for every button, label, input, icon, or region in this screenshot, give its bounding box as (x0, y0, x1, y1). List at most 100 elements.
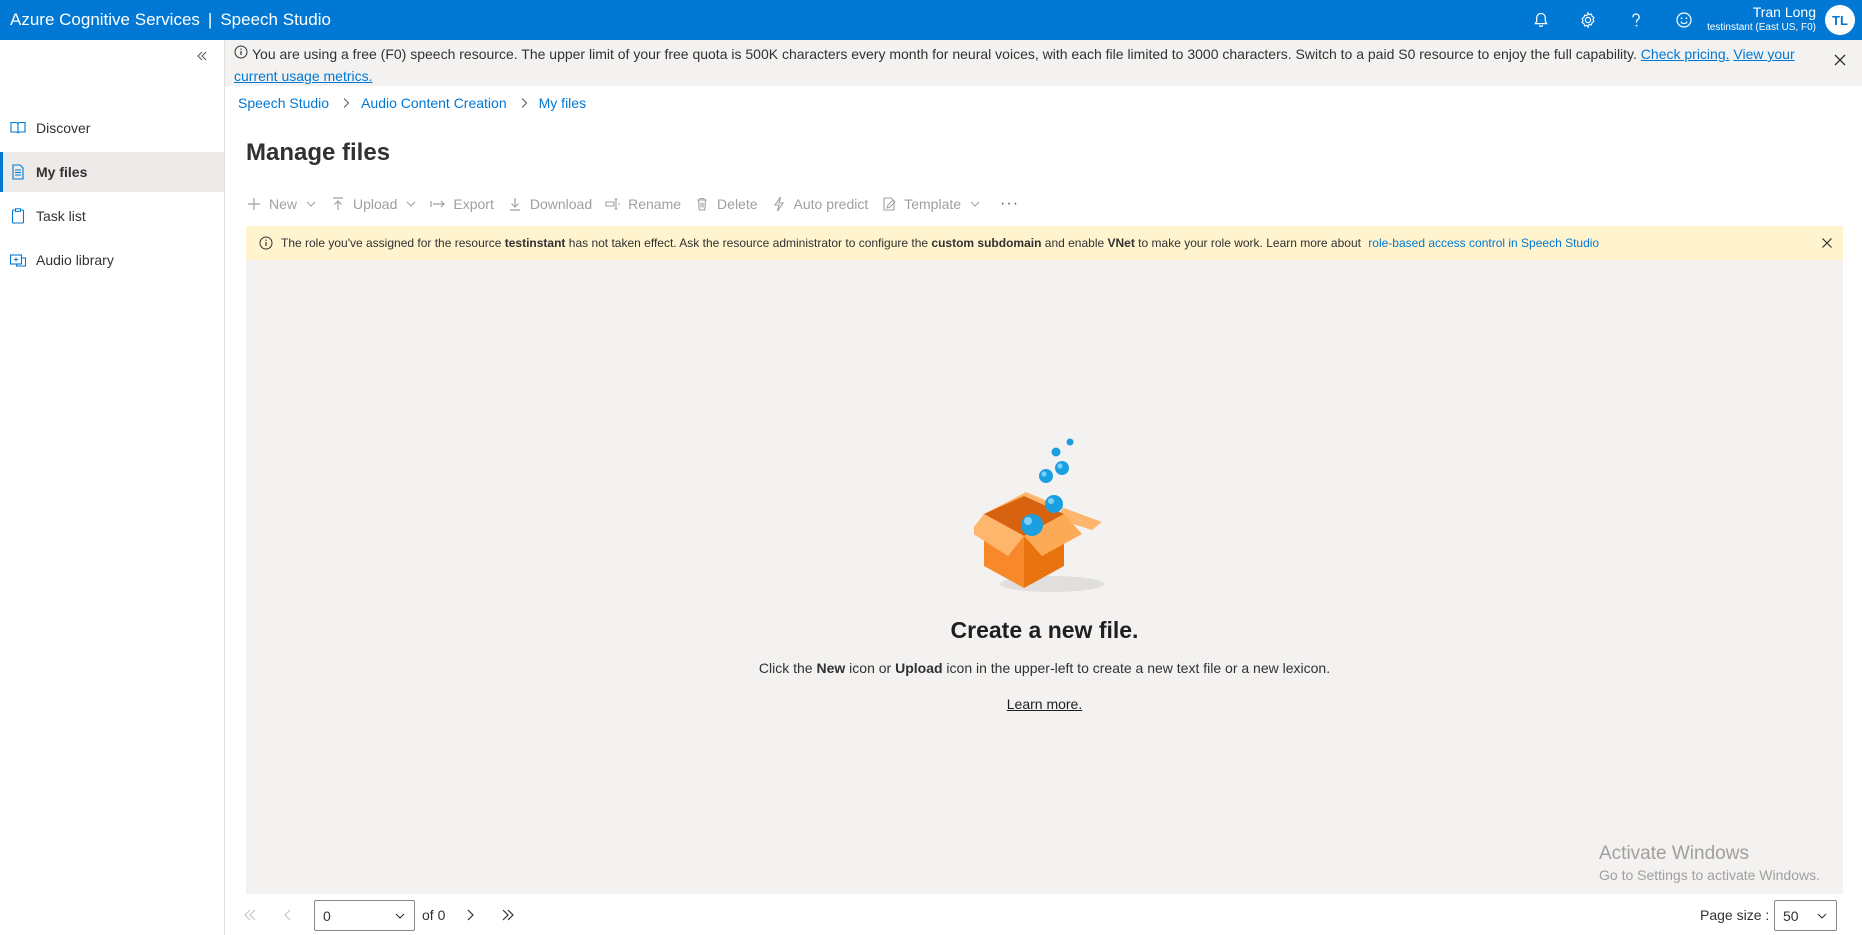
role-warning-banner: The role you've assigned for the resourc… (246, 226, 1843, 260)
chevron-right-icon (343, 98, 350, 108)
rename-button-label: Rename (628, 196, 682, 212)
rename-icon (605, 198, 621, 210)
sidebar-item-audio-library[interactable]: Audio library (0, 240, 224, 280)
template-button-label: Template (904, 196, 962, 212)
brand-product-name: Speech Studio (220, 10, 331, 29)
chevron-down-icon (395, 913, 405, 919)
previous-page-icon[interactable] (280, 907, 296, 923)
rbac-learn-more-link[interactable]: role-based access control in Speech Stud… (1368, 236, 1599, 250)
page-title: Manage files (246, 139, 391, 166)
check-pricing-link[interactable]: Check pricing. (1641, 46, 1730, 62)
warning-text-part: has not taken effect. Ask the resource a… (565, 236, 932, 250)
auto-predict-button-label: Auto predict (793, 196, 869, 212)
lightning-icon (773, 196, 784, 212)
empty-state-description: Click the New icon or Upload icon in the… (246, 660, 1843, 676)
sidebar-item-label: Audio library (36, 252, 114, 268)
watermark-line-1: Activate Windows (1599, 843, 1749, 864)
auto-predict-button[interactable]: Auto predict (771, 196, 869, 212)
page-number-select[interactable]: 0 (314, 900, 415, 931)
close-icon[interactable] (1821, 237, 1833, 249)
close-icon[interactable] (1832, 52, 1848, 68)
brand-service-name: Azure Cognitive Services (10, 10, 200, 29)
app-brand[interactable]: Azure Cognitive Services | Speech Studio (10, 0, 331, 40)
page-total: of 0 (422, 907, 446, 923)
warning-resource-name: testinstant (504, 236, 566, 250)
download-button[interactable]: Download (507, 196, 592, 212)
chevron-right-icon (521, 98, 527, 108)
warning-text-part: to make your role work. Learn more about (1134, 236, 1365, 250)
document-icon (12, 164, 24, 180)
role-warning-text: The role you've assigned for the resourc… (281, 236, 1599, 250)
command-toolbar: New Upload Export Download Rename Delete… (246, 192, 1019, 216)
collapse-sidebar-icon[interactable] (193, 47, 211, 65)
file-list-empty-area: Create a new file. Click the New icon or… (246, 260, 1843, 894)
more-options-button[interactable]: ··· (1000, 195, 1019, 213)
empty-desc-new: New (816, 660, 846, 676)
clipboard-icon (11, 208, 25, 224)
page-number-value: 0 (323, 908, 331, 924)
upload-icon (333, 197, 344, 210)
sidebar-item-label: My files (36, 164, 88, 180)
first-page-icon[interactable] (242, 907, 258, 923)
sidebar-item-discover[interactable]: Discover (0, 108, 224, 148)
pagination-bar: 0 of 0 Page size : 50 (226, 894, 1862, 935)
upload-button-label: Upload (353, 196, 398, 212)
sidebar-item-label: Discover (36, 120, 91, 136)
delete-button-label: Delete (717, 196, 758, 212)
last-page-icon[interactable] (500, 907, 516, 923)
audio-library-icon (9, 254, 27, 267)
download-button-label: Download (529, 196, 593, 212)
export-button[interactable]: Export (430, 196, 494, 212)
sidebar-item-my-files[interactable]: My files (0, 152, 224, 192)
book-icon (10, 121, 26, 134)
breadcrumb-speech-studio[interactable]: Speech Studio (238, 95, 329, 111)
page-size-select[interactable]: 50 (1774, 900, 1837, 931)
sidebar: Discover My files Task list Audio librar… (0, 40, 225, 935)
user-info[interactable]: Tran Long testinstant (East US, F0) (1707, 4, 1816, 35)
warning-text-part: The role you've assigned for the resourc… (281, 236, 505, 250)
free-tier-info-banner: You are using a free (F0) speech resourc… (225, 40, 1862, 86)
info-icon (259, 236, 273, 250)
sidebar-item-label: Task list (36, 208, 86, 224)
plus-icon (248, 198, 260, 210)
export-button-label: Export (453, 196, 494, 212)
empty-desc-part: icon or (845, 660, 896, 676)
next-page-icon[interactable] (462, 907, 478, 923)
empty-desc-upload: Upload (895, 660, 943, 676)
empty-state-title: Create a new file. (950, 617, 1139, 643)
brand-separator: | (207, 10, 213, 29)
page-size-label: Page size : (1700, 907, 1770, 923)
page-size-value: 50 (1783, 908, 1799, 924)
upload-button[interactable]: Upload (330, 196, 417, 212)
top-bar: Azure Cognitive Services | Speech Studio T… (0, 0, 1862, 40)
bell-icon[interactable] (1529, 8, 1553, 32)
new-button[interactable]: New (246, 196, 317, 212)
download-icon (509, 198, 520, 211)
rename-button[interactable]: Rename (605, 196, 681, 212)
export-icon (430, 200, 446, 208)
feedback-smiley-icon[interactable] (1672, 8, 1696, 32)
learn-more-link[interactable]: Learn more. (1007, 696, 1082, 712)
user-name: Tran Long (1752, 4, 1816, 20)
chevron-down-icon (970, 201, 980, 207)
chevron-down-icon (1817, 913, 1827, 919)
windows-activation-watermark: Activate Windows Go to Settings to activ… (1599, 842, 1820, 884)
user-resource: testinstant (East US, F0) (1707, 22, 1816, 33)
breadcrumb: Speech Studio Audio Content Creation My … (238, 93, 586, 113)
watermark-line-2: Go to Settings to activate Windows. (1599, 867, 1820, 883)
sidebar-item-task-list[interactable]: Task list (0, 196, 224, 236)
avatar[interactable]: TL (1825, 5, 1855, 35)
warning-text-part: and enable (1041, 236, 1108, 250)
new-button-label: New (269, 196, 298, 212)
learn-more-container: Learn more. (246, 696, 1843, 712)
delete-button[interactable]: Delete (694, 196, 758, 212)
help-icon[interactable] (1624, 8, 1648, 32)
breadcrumb-audio-content-creation[interactable]: Audio Content Creation (361, 95, 507, 111)
info-banner-message: You are using a free (F0) speech resourc… (252, 46, 1637, 62)
template-button[interactable]: Template (881, 196, 981, 212)
open-box-illustration (974, 438, 1104, 592)
warning-custom-subdomain: custom subdomain (931, 236, 1042, 250)
empty-desc-part: icon in the upper-left to create a new t… (942, 660, 1331, 676)
gear-icon[interactable] (1576, 8, 1600, 32)
breadcrumb-my-files[interactable]: My files (539, 95, 586, 111)
